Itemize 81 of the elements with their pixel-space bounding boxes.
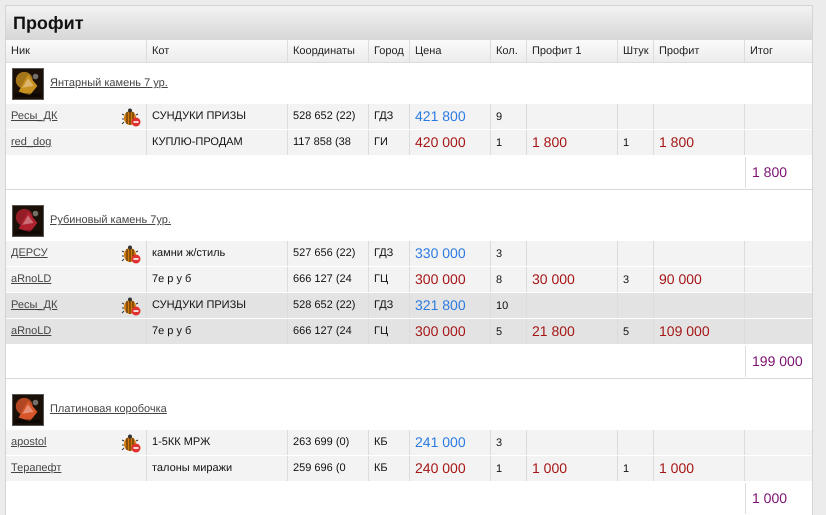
profit-value: 1 000 bbox=[659, 459, 694, 478]
bug-icon bbox=[121, 296, 141, 316]
table-cell-text: ГИ bbox=[374, 135, 388, 150]
price-value: 321 800 bbox=[415, 296, 466, 315]
profit-value: 90 000 bbox=[659, 270, 702, 289]
total-value: 199 000 bbox=[752, 352, 803, 371]
price-value: 330 000 bbox=[415, 244, 466, 263]
profit-value: 30 000 bbox=[532, 270, 575, 289]
table-cell-text: 1 bbox=[623, 136, 630, 151]
column-header: Цена bbox=[415, 44, 442, 59]
table-cell-text: ГДЗ bbox=[374, 109, 394, 124]
nick-link[interactable]: aRnoLD bbox=[11, 271, 52, 288]
table-cell-text: 527 656 (22) bbox=[293, 246, 356, 262]
table-cell-text: ГДЗ bbox=[374, 246, 394, 262]
table-cell-text: СУНДУКИ ПРИЗЫ bbox=[152, 109, 246, 124]
nick-link[interactable]: red_dog bbox=[11, 134, 52, 151]
page-title: Профит bbox=[13, 12, 84, 35]
table-cell-text: 7е р у б bbox=[152, 272, 192, 288]
price-value: 421 800 bbox=[415, 107, 466, 126]
table-cell-text: 1 bbox=[496, 136, 502, 151]
nick-link[interactable]: Ресы_ДК bbox=[11, 297, 58, 314]
profit-value: 1 800 bbox=[659, 133, 694, 152]
nick-link[interactable]: ДЕРСУ bbox=[11, 245, 48, 262]
table-cell-text: КБ bbox=[374, 461, 388, 476]
table-cell-text: 528 652 (22) bbox=[293, 298, 356, 314]
bug-icon bbox=[121, 244, 141, 264]
table-cell-text: 5 bbox=[623, 325, 630, 340]
table-cell-text: 3 bbox=[496, 436, 502, 451]
column-header: Профит bbox=[659, 44, 700, 59]
table-cell-text: 528 652 (22) bbox=[293, 109, 356, 124]
price-value: 300 000 bbox=[415, 322, 466, 341]
table-cell-text: ГДЗ bbox=[374, 298, 394, 314]
item-link[interactable]: Янтарный камень 7 ур. bbox=[50, 75, 168, 92]
column-header: Профит 1 bbox=[532, 44, 582, 59]
bug-icon bbox=[121, 106, 141, 126]
price-value: 241 000 bbox=[415, 433, 466, 452]
column-header: Город bbox=[374, 44, 404, 59]
bug-icon bbox=[121, 432, 141, 452]
total-value: 1 000 bbox=[752, 489, 788, 508]
profit-value: 1 800 bbox=[532, 133, 568, 152]
profit-value: 21 800 bbox=[532, 322, 575, 341]
column-header: Штук bbox=[623, 44, 649, 59]
table-cell-text: 3 bbox=[623, 273, 630, 288]
table-cell-text: СУНДУКИ ПРИЗЫ bbox=[152, 298, 246, 314]
table-cell-text: 8 bbox=[496, 273, 502, 288]
table-cell-text: ГЦ bbox=[374, 324, 388, 340]
table-cell-text: КУПЛЮ-ПРОДАМ bbox=[152, 135, 243, 150]
column-header: Ник bbox=[11, 44, 30, 59]
profit-value: 109 000 bbox=[659, 322, 710, 341]
table-cell-text: 7е р у б bbox=[152, 324, 192, 340]
column-header: Итог bbox=[750, 44, 773, 59]
table-cell-text: ГЦ bbox=[374, 272, 388, 288]
table-cell-text: камни ж/стиль bbox=[152, 246, 226, 262]
column-header: Кот bbox=[152, 44, 170, 59]
nick-link[interactable]: Терапефт bbox=[11, 460, 62, 477]
column-header: Кол. bbox=[496, 44, 518, 59]
column-header: Координаты bbox=[293, 44, 355, 59]
table-cell-text: 9 bbox=[496, 110, 502, 125]
nick-link[interactable]: apostol bbox=[11, 434, 46, 451]
table-cell-text: 117 858 (38 bbox=[293, 135, 351, 150]
nick-link[interactable]: Ресы_ДК bbox=[11, 108, 58, 125]
table-cell-text: 1-5КК МРЖ bbox=[152, 435, 210, 450]
table-cell-text: 666 127 (24 bbox=[293, 272, 352, 288]
table-cell-text: 10 bbox=[496, 299, 508, 314]
item-link[interactable]: Рубиновый камень 7ур. bbox=[50, 212, 171, 229]
table-cell-text: талоны миражи bbox=[152, 461, 232, 476]
total-value: 1 800 bbox=[752, 163, 788, 182]
table-cell-text: 1 bbox=[623, 462, 630, 477]
table-cell-text: КБ bbox=[374, 435, 388, 450]
table-cell-text: 1 bbox=[496, 462, 502, 477]
profit-value: 1 000 bbox=[532, 459, 568, 478]
item-link[interactable]: Платиновая коробочка bbox=[50, 401, 167, 418]
nick-link[interactable]: aRnoLD bbox=[11, 323, 52, 340]
table-cell-text: 259 696 (0 bbox=[293, 461, 346, 476]
price-value: 240 000 bbox=[415, 459, 466, 478]
table-cell-text: 263 699 (0) bbox=[293, 435, 350, 450]
price-value: 300 000 bbox=[415, 270, 466, 289]
price-value: 420 000 bbox=[415, 133, 466, 152]
table-cell-text: 3 bbox=[496, 247, 502, 262]
table-cell-text: 5 bbox=[496, 325, 502, 340]
table-cell-text: 666 127 (24 bbox=[293, 324, 352, 340]
